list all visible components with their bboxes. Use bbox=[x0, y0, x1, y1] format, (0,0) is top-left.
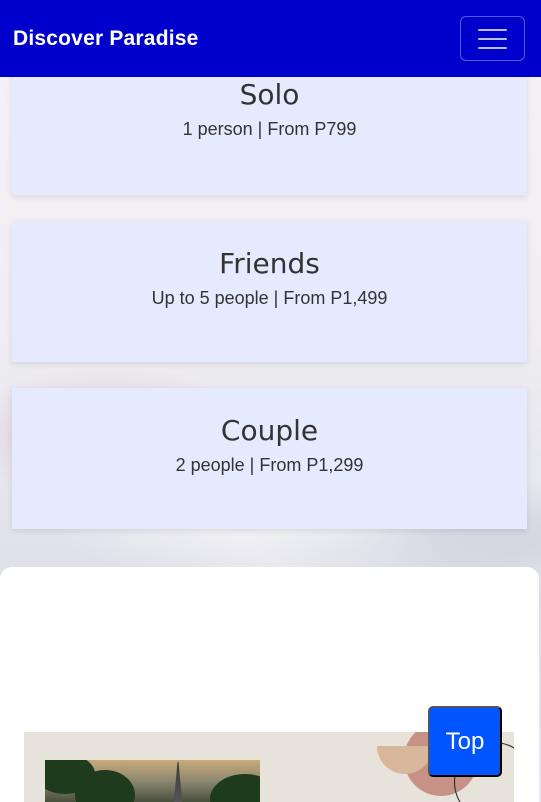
package-title: Solo bbox=[239, 78, 300, 111]
brand-logo-text[interactable]: Discover Paradise bbox=[13, 27, 199, 51]
package-card-friends[interactable]: Friends Up to 5 people | From P1,499 bbox=[12, 221, 527, 362]
hamburger-menu-icon bbox=[478, 28, 507, 31]
package-detail: 2 people | From P1,299 bbox=[175, 455, 364, 475]
hamburger-menu-icon bbox=[478, 37, 507, 40]
eiffel-tower-icon bbox=[173, 762, 183, 802]
eiffel-tower-photo bbox=[45, 760, 260, 802]
tree-foliage bbox=[210, 774, 260, 802]
hamburger-menu-icon bbox=[478, 46, 507, 49]
package-title: Couple bbox=[220, 414, 319, 447]
menu-toggle-button[interactable] bbox=[460, 16, 525, 61]
package-detail: Up to 5 people | From P1,499 bbox=[151, 288, 388, 308]
package-detail: 1 person | From P799 bbox=[182, 119, 357, 139]
scroll-to-top-button[interactable]: Top bbox=[428, 706, 502, 777]
package-title: Friends bbox=[219, 247, 320, 280]
navbar: Discover Paradise bbox=[0, 0, 541, 77]
package-card-couple[interactable]: Couple 2 people | From P1,299 bbox=[12, 388, 527, 529]
